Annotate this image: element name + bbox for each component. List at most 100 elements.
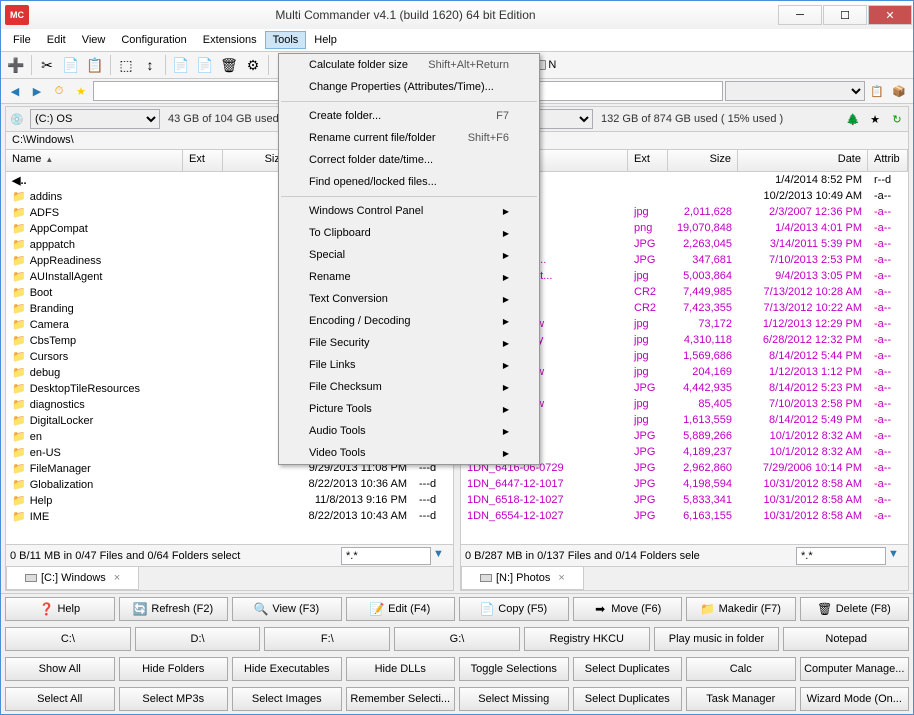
menuitem-create-folder-[interactable]: Create folder...F7 bbox=[279, 105, 539, 127]
cmd-registry-hkcu[interactable]: Registry HKCU bbox=[524, 627, 650, 651]
col-ext[interactable]: Ext bbox=[628, 150, 668, 171]
new-tab-icon[interactable]: ➕ bbox=[5, 54, 27, 76]
menuitem-windows-control-panel[interactable]: Windows Control Panel bbox=[279, 200, 539, 222]
left-filter-input[interactable] bbox=[341, 547, 431, 565]
left-drive-select[interactable]: (C:) OS bbox=[30, 109, 160, 129]
col-ext[interactable]: Ext bbox=[183, 150, 223, 171]
menuitem-rename-current-file-folder[interactable]: Rename current file/folderShift+F6 bbox=[279, 127, 539, 149]
cmd-calc[interactable]: Calc bbox=[686, 657, 796, 681]
menuitem-audio-tools[interactable]: Audio Tools bbox=[279, 420, 539, 442]
menuitem-find-opened-locked-files-[interactable]: Find opened/locked files... bbox=[279, 171, 539, 193]
cmd-select-missing[interactable]: Select Missing bbox=[459, 687, 569, 711]
close-button[interactable]: ✕ bbox=[868, 5, 912, 25]
cmd-view-f3-[interactable]: 🔍View (F3) bbox=[232, 597, 342, 621]
menuitem-file-checksum[interactable]: File Checksum bbox=[279, 376, 539, 398]
file-row[interactable]: Help11/8/2013 9:16 PM---d bbox=[6, 492, 453, 508]
cmd-select-all[interactable]: Select All bbox=[5, 687, 115, 711]
menuitem-picture-tools[interactable]: Picture Tools bbox=[279, 398, 539, 420]
cmd-edit-f4-[interactable]: 📝Edit (F4) bbox=[346, 597, 456, 621]
cmd-hide-folders[interactable]: Hide Folders bbox=[119, 657, 229, 681]
menuitem-text-conversion[interactable]: Text Conversion bbox=[279, 288, 539, 310]
copy-file-icon[interactable]: 📄 bbox=[170, 54, 192, 76]
right-filter-icon[interactable]: ▼ bbox=[888, 548, 904, 564]
address-dropdown[interactable] bbox=[725, 81, 865, 101]
cmd-help[interactable]: ❓Help bbox=[5, 597, 115, 621]
cmd-select-images[interactable]: Select Images bbox=[232, 687, 342, 711]
col-attrib[interactable]: Attrib bbox=[868, 150, 908, 171]
menuitem-change-properties-attributes-time-[interactable]: Change Properties (Attributes/Time)... bbox=[279, 76, 539, 98]
cmd-move-f6-[interactable]: ➡Move (F6) bbox=[573, 597, 683, 621]
menuitem-special[interactable]: Special bbox=[279, 244, 539, 266]
menu-edit[interactable]: Edit bbox=[39, 31, 74, 49]
menuitem-to-clipboard[interactable]: To Clipboard bbox=[279, 222, 539, 244]
fav-icon[interactable]: ★ bbox=[866, 110, 884, 128]
expand-icon[interactable]: ↕ bbox=[139, 54, 161, 76]
forward-icon[interactable]: ▶ bbox=[27, 81, 47, 101]
cmd-select-duplicates[interactable]: Select Duplicates bbox=[573, 657, 683, 681]
col-date[interactable]: Date bbox=[738, 150, 868, 171]
menuitem-correct-folder-date-time-[interactable]: Correct folder date/time... bbox=[279, 149, 539, 171]
back-icon[interactable]: ◀ bbox=[5, 81, 25, 101]
close-tab-icon[interactable]: × bbox=[114, 572, 120, 584]
cmd-select-duplicates[interactable]: Select Duplicates bbox=[573, 687, 683, 711]
cmd-copy-f5-[interactable]: 📄Copy (F5) bbox=[459, 597, 569, 621]
col-name[interactable]: Name bbox=[6, 150, 183, 171]
cmd-play-music-in-folder[interactable]: Play music in folder bbox=[654, 627, 780, 651]
paste-icon[interactable]: 📋 bbox=[84, 54, 106, 76]
cmd-show-all[interactable]: Show All bbox=[5, 657, 115, 681]
cmd-hide-executables[interactable]: Hide Executables bbox=[232, 657, 342, 681]
menuitem-rename[interactable]: Rename bbox=[279, 266, 539, 288]
menu-tools[interactable]: Tools bbox=[265, 31, 307, 49]
left-filter-icon[interactable]: ▼ bbox=[433, 548, 449, 564]
maximize-button[interactable]: ☐ bbox=[823, 5, 867, 25]
cmd-toggle-selections[interactable]: Toggle Selections bbox=[459, 657, 569, 681]
pack-icon[interactable]: 📦 bbox=[889, 81, 909, 101]
cmd-makedir-f7-[interactable]: 📁Makedir (F7) bbox=[686, 597, 796, 621]
favorites-icon[interactable]: ★ bbox=[71, 81, 91, 101]
cmd-remember-selecti-[interactable]: Remember Selecti... bbox=[346, 687, 456, 711]
cmd-refresh-f2-[interactable]: 🔄Refresh (F2) bbox=[119, 597, 229, 621]
cmd-select-mp3s[interactable]: Select MP3s bbox=[119, 687, 229, 711]
tree-icon[interactable]: 🌲 bbox=[844, 110, 862, 128]
menu-file[interactable]: File bbox=[5, 31, 39, 49]
menuitem-file-links[interactable]: File Links bbox=[279, 354, 539, 376]
menuitem-encoding-decoding[interactable]: Encoding / Decoding bbox=[279, 310, 539, 332]
cmd-g-[interactable]: G:\ bbox=[394, 627, 520, 651]
cut-icon[interactable]: ✂ bbox=[36, 54, 58, 76]
cmd-c-[interactable]: C:\ bbox=[5, 627, 131, 651]
right-filter-input[interactable] bbox=[796, 547, 886, 565]
menu-help[interactable]: Help bbox=[306, 31, 345, 49]
refresh-icon[interactable]: ↻ bbox=[888, 110, 906, 128]
menu-configuration[interactable]: Configuration bbox=[113, 31, 194, 49]
right-tab[interactable]: [N:] Photos× bbox=[461, 567, 584, 590]
copy-icon[interactable]: 📄 bbox=[60, 54, 82, 76]
cmd-d-[interactable]: D:\ bbox=[135, 627, 261, 651]
history-icon[interactable]: ⏱ bbox=[49, 81, 69, 101]
file-row[interactable]: Globalization8/22/2013 10:36 AM---d bbox=[6, 476, 453, 492]
menuitem-calculate-folder-size[interactable]: Calculate folder sizeShift+Alt+Return bbox=[279, 54, 539, 76]
cmd-task-manager[interactable]: Task Manager bbox=[686, 687, 796, 711]
delete-icon[interactable]: 🗑 bbox=[218, 54, 240, 76]
move-file-icon[interactable]: 📄 bbox=[194, 54, 216, 76]
cmd-wizard-mode-on-[interactable]: Wizard Mode (On... bbox=[800, 687, 910, 711]
left-tab[interactable]: [C:] Windows× bbox=[6, 567, 139, 590]
menuitem-file-security[interactable]: File Security bbox=[279, 332, 539, 354]
file-row[interactable]: 1DN_6554-12-1027JPG6,163,15510/31/2012 8… bbox=[461, 508, 908, 524]
cmd-delete-f8-[interactable]: 🗑Delete (F8) bbox=[800, 597, 910, 621]
select-icon[interactable]: ⬚ bbox=[115, 54, 137, 76]
cmd-hide-dlls[interactable]: Hide DLLs bbox=[346, 657, 456, 681]
cmd-f-[interactable]: F:\ bbox=[264, 627, 390, 651]
col-size[interactable]: Size bbox=[668, 150, 738, 171]
notes-icon[interactable]: 📋 bbox=[867, 81, 887, 101]
menu-view[interactable]: View bbox=[74, 31, 114, 49]
gear-icon[interactable]: ⚙ bbox=[242, 54, 264, 76]
cmd-notepad[interactable]: Notepad bbox=[783, 627, 909, 651]
cmd-computer-manage-[interactable]: Computer Manage... bbox=[800, 657, 910, 681]
minimize-button[interactable]: ─ bbox=[778, 5, 822, 25]
menuitem-video-tools[interactable]: Video Tools bbox=[279, 442, 539, 464]
close-tab-icon[interactable]: × bbox=[558, 572, 564, 584]
menu-extensions[interactable]: Extensions bbox=[195, 31, 265, 49]
file-row[interactable]: IME8/22/2013 10:43 AM---d bbox=[6, 508, 453, 524]
file-row[interactable]: 1DN_6518-12-1027JPG5,833,34110/31/2012 8… bbox=[461, 492, 908, 508]
file-row[interactable]: 1DN_6447-12-1017JPG4,198,59410/31/2012 8… bbox=[461, 476, 908, 492]
